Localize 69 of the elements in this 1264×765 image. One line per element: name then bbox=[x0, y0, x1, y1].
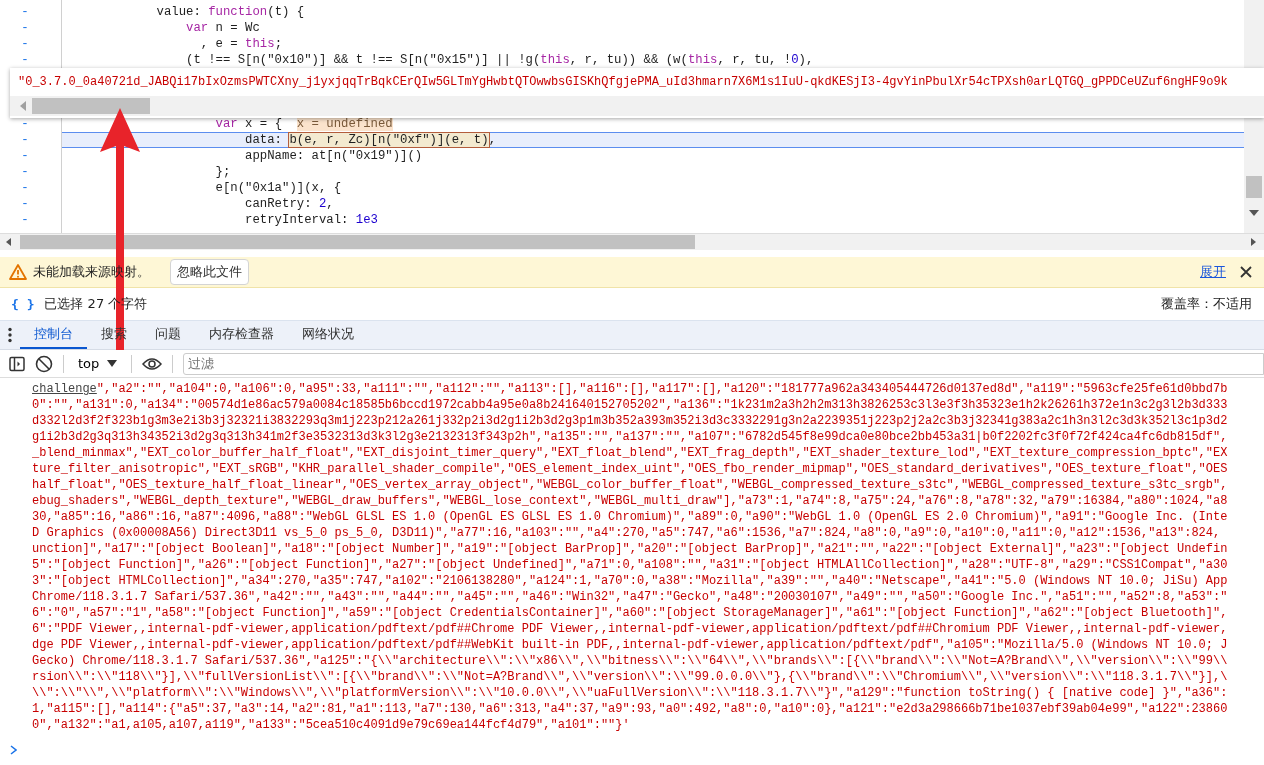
console-output-line: g1i2b3d2g3q313h34352i3d2g3q313h341m2f3e3532313d3k3l2g3e2132313f343p2h","a135":"","a137":"","a107":"6782d545f8e99dca0e80bce2bb453a31|b0f2202fc3f0f72f424ca4fc6db815df", bbox=[32, 429, 1229, 445]
panel-tab[interactable]: 内存检查器 bbox=[195, 321, 288, 349]
source-link[interactable]: challenge bbox=[32, 382, 97, 396]
panel-tab[interactable]: 网络状况 bbox=[288, 321, 368, 349]
warning-icon bbox=[9, 264, 27, 280]
line-marker: - bbox=[21, 37, 29, 51]
expand-link[interactable]: 展开 bbox=[1200, 263, 1226, 281]
console-output-line: 6":"PDF Viewer,,internal-pdf-viewer,application/pdftext/pdf##Chrome PDF Viewer,,internal-pdf-viewer,application/pdftext/pdf##Chromium PDF Viewer,,internal-pdf-viewer, bbox=[32, 621, 1229, 637]
line-marker: - bbox=[21, 181, 29, 195]
context-dropdown[interactable]: top bbox=[74, 356, 122, 371]
scrollbar-thumb[interactable] bbox=[1246, 176, 1262, 198]
code-line: appName: at[n("0x19")]() bbox=[244, 148, 424, 164]
scrollbar-thumb[interactable] bbox=[20, 235, 695, 249]
scroll-down-icon[interactable] bbox=[1249, 210, 1259, 216]
console-output-line: _blend_minmax","EXT_color_buffer_half_float","EXT_disjoint_timer_query","EXT_float_blend","EXT_frag_depth","EXT_shader_texture_lod","EXT_texture_compression_bptc","EX bbox=[32, 445, 1229, 461]
console-output-line: D Graphics (0x00008A56) Direct3D11 vs_5_0 ps_5_0, D3D11)","a77":16,"a103":"","a4":270,"a5":747,"a6":1536,"a7":824,"a8":0,"a9":0,"a10":0,"a11":0,"a12":1536,"a13":824, bbox=[32, 525, 1222, 541]
console-output-line: \\":\\"\\",\\"platform\\":\\"Windows\\",\\"platformVersion\\":\\"10.0.0\\",\\"uaFullVersion\\":\\"118.3.1.7\\"}","a129":"function toString() { [native code] }","a36": bbox=[32, 685, 1229, 701]
console-output-line: 5":"[object Function]","a26":"[object Function]","a27":"[object Undefined]","a71":0,"a108":"","a31":"[object HTMLAllCollection]","a28":"UTF-8","a29":"CSS1Compat","a30 bbox=[32, 557, 1229, 573]
code-line: retryInterval: 1e3 bbox=[244, 212, 379, 228]
console-output-line: Gecko) Chrome/118.3.1.7 Safari/537.36","a125":"{\\"architecture\\":\\"x86\\",\\"bitness\\":\\"64\\",\\"brands\\":[{\\"brand\\":\\"Not=A?Brand\\",\\"version\\":\\"99\\ bbox=[32, 653, 1229, 669]
console-output-line: 6":"0","a57":"1","a58":"[object Function]","a59":"[object CredentialsContainer]","a60":"[object StorageManager]","a61":"[object Function]","a62":"[object Bluetooth]", bbox=[32, 605, 1229, 621]
console-output-line: ","a2":"","a104":0,"a106":0,"a95":33,"a111":"","a112":"","a113":[],"a116":[],"a117":[],"a120":"181777a962a343405444726d0137ed8d","a119":"5963cfe25fe61d0bbd7b bbox=[96, 382, 1228, 396]
console-output-line: dge PDF Viewer,,internal-pdf-viewer,application/pdftext/pdf##WebKit built-in PDF,,internal-pdf-viewer,application/pdftext/pdf","a105":"Mozilla/5.0 (Windows NT 10.0; J bbox=[32, 637, 1229, 653]
code-line: , e = this; bbox=[199, 36, 284, 52]
coverage-status: 覆盖率：不适用 bbox=[1161, 295, 1252, 313]
line-marker: - bbox=[21, 133, 29, 147]
line-marker: - bbox=[21, 53, 29, 67]
scroll-right-icon[interactable] bbox=[1251, 238, 1256, 246]
scroll-left-icon[interactable] bbox=[6, 238, 11, 246]
code-line: var x = { x = undefined bbox=[214, 116, 394, 132]
code-line: var n = Wc bbox=[185, 20, 261, 36]
line-marker: - bbox=[21, 21, 29, 35]
console-output-line: 0","a132":"a1,a105,a107,a119","a133":"5cea510c4091d9e79c69ea144fcf4d79","a101":""}' bbox=[32, 717, 631, 733]
code-line: e[n("0x1a")](x, { bbox=[214, 180, 343, 196]
console-output-line: rsion\\":\\"118\\"}],\\"fullVersionList\\":[{\\"brand\\":\\"Not=A?Brand\\",\\"version\\":\\"99.0.0.0\\"},{\\"brand\\":\\"Chromium\\",\\"version\\":\\"118.3.1.7\\"}],\ bbox=[32, 669, 1229, 685]
console-output-line: half_float","OES_texture_half_float_linear","OES_vertex_array_object","WEBGL_color_buffer_float","WEBGL_compressed_texture_s3tc","WEBGL_compressed_texture_s3tc_srgb", bbox=[32, 477, 1229, 493]
line-marker: - bbox=[21, 197, 29, 211]
console-output-line: unction]","a17":"[object Boolean]","a18":"[object Number]","a19":"[object BarProp]","a20":"[object BarProp]","a21":"","a22":"[object External]","a23":"[object Undefin bbox=[32, 541, 1229, 557]
line-marker: - bbox=[21, 5, 29, 19]
close-icon[interactable] bbox=[1240, 266, 1252, 278]
value-text: "0_3.7.0_0a40721d_JABQi17bIxOzmsPWTCXny_j1yxjqqTrBqkCErQIw5GLTmYgHwbtQTOwwbsGISKhQfgjePMA_uId3hmarn7X6M1s1IuU-qkdKESjI3-4gvYinPbulXr54cTPXsh0arLQTGQ_gPPDCeUZuf6ngHF9o9k bbox=[17, 74, 1229, 91]
console-output-line: ebug_shaders","WEBGL_depth_texture","WEBGL_draw_buffers","WEBGL_lose_context","WEBGL_multi_draw"],"a73":1,"a74":8,"a75":24,"a76":8,"a78":32,"a79":16384,"a80":1024,"a8 bbox=[32, 493, 1229, 509]
eye-icon[interactable] bbox=[142, 356, 163, 371]
filter-field[interactable]: 过滤 bbox=[183, 352, 1264, 375]
scrollbar-thumb[interactable] bbox=[32, 98, 150, 114]
console-output-line: 3":"[object HTMLCollection]","a34":270,"a35":747,"a102":"2106138280","a124":1,"a70":0,"a38":"Mozilla","a39":"","a40":"Netscape","a41":"5.0 (Windows NT 10.0; JiSu) App bbox=[32, 573, 1229, 589]
console-output-line: 30,"a85":16,"a86":16,"a87":4096,"a88":"WebGL GLSL ES 1.0 (OpenGL ES GLSL ES 1.0 Chromium)","a89":0,"a90":"WebGL 1.0 (OpenGL ES 2.0 Chromium)","a91":"Google Inc. (Inte bbox=[32, 509, 1229, 525]
prompt-icon bbox=[10, 745, 17, 755]
code-line: value: function(t) { bbox=[155, 4, 306, 20]
format-button[interactable]: { } bbox=[11, 296, 35, 312]
console-output-line: 0":"","a131":0,"a134":"00574d1e86ac579a0084c18585b6bccd1972cabb4a95e0a8b241640152705202","a136":"1k231m2a3h2h2m313h3826253c3l3e3f3h35323e1h2k26261h372e1n3c2g3l2b3d333 bbox=[32, 397, 1229, 413]
caret-icon bbox=[107, 360, 118, 367]
clear-icon[interactable] bbox=[35, 354, 53, 373]
panel-tab[interactable]: 控制台 bbox=[20, 321, 87, 349]
code-line: }; bbox=[214, 164, 232, 180]
code-line: canRetry: 2, bbox=[244, 196, 335, 212]
line-marker: - bbox=[21, 213, 29, 227]
sidebar-icon[interactable] bbox=[9, 355, 25, 372]
panel-tab[interactable]: 问题 bbox=[141, 321, 195, 349]
code-line: (t !== S[n("0x10")] && t !== S[n("0x15")] || !g(this, r, tu)) && (w(this, r, tu, !0), bbox=[185, 52, 815, 68]
console-output-line: d332l2d3f2f323b1g3m3e2i3b3j32321i3832293q3m1j223p212a261j332p2i3d2g1i2b3d2g3p1m3b352a393m352i3d3c3332291g3n2a2239351j223p2j2a2c3b3j32341g383a2c1h3n3l2c3d3k352l3c1p3d2 bbox=[32, 413, 1229, 429]
ignore-file-button[interactable]: 忽略此文件 bbox=[170, 259, 249, 285]
more-icon[interactable] bbox=[8, 327, 12, 343]
line-marker: - bbox=[21, 149, 29, 163]
line-marker: - bbox=[21, 165, 29, 179]
line-marker: - bbox=[21, 117, 29, 131]
console-output-line: ture_filter_anisotropic","EXT_sRGB","KHR_parallel_shader_compile","OES_element_index_uint","OES_fbo_render_mipmap","OES_standard_derivatives","OES_texture_float","OES bbox=[32, 461, 1229, 477]
console-output-line: 1,"a115":[],"a114":{"a5":37,"a3":14,"a2":81,"a1":113,"a7":130,"a6":313,"a4":37,"a9":93,"a0":492,"a8":0,"a10":0},"a121":"e2d3a298666b71be1037ebf39ab04e99","a122":23860 bbox=[32, 701, 1229, 717]
console-output-line: Chrome/118.3.1.7 Safari/537.36","a42":"","a43":"","a44":"","a45":"","a46":"Win32","a47":"Gecko","a48":"20030107","a49":"","a50":"Google Inc.","a51":"","a52":8,"a53":" bbox=[32, 589, 1229, 605]
